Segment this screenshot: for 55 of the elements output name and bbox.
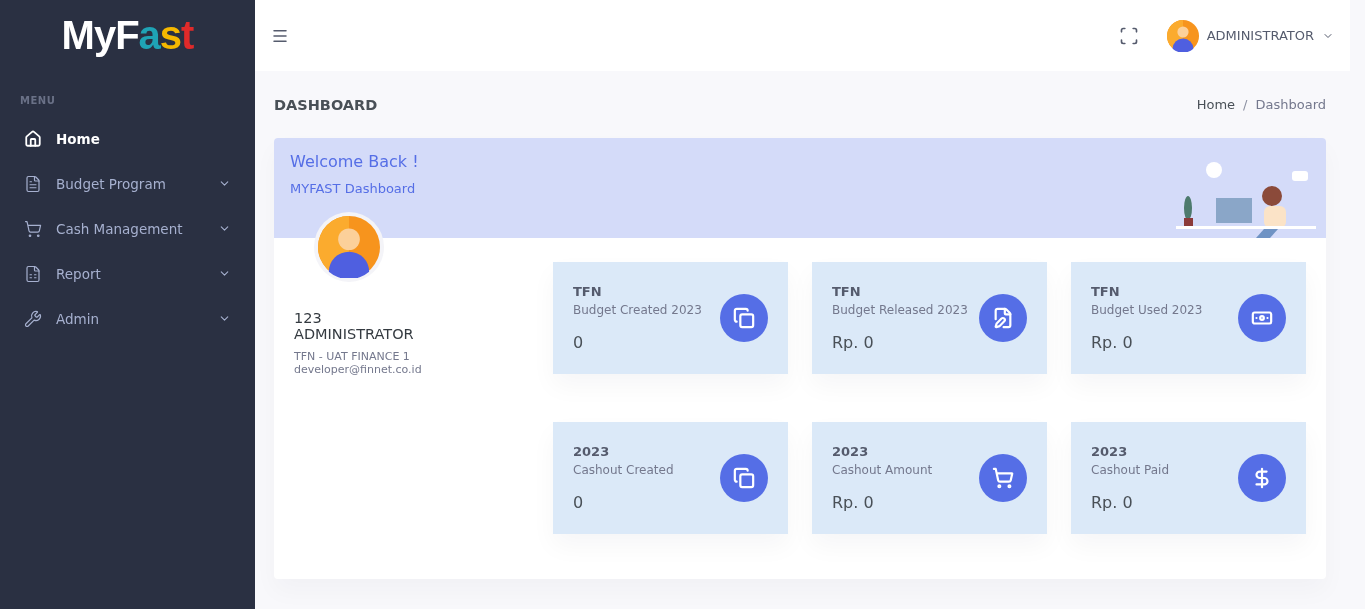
profile-id: 123: [294, 310, 323, 326]
user-menu-button[interactable]: ADMINISTRATOR: [1166, 19, 1334, 52]
breadcrumb-link[interactable]: Dashboard: [1255, 97, 1326, 112]
avatar-icon: [1166, 19, 1199, 52]
dollar-icon: [1238, 454, 1286, 502]
sidebar-label: Cash Management: [56, 220, 184, 237]
stat-label: Cashout Paid: [1091, 463, 1171, 477]
breadcrumb-link[interactable]: Home: [1196, 97, 1236, 112]
profile-name: ADMINISTRATOR: [294, 326, 415, 342]
welcome-title: Welcome Back !: [290, 152, 420, 171]
stat-value: 0: [573, 493, 585, 512]
stat-label: Cashout Created: [573, 463, 675, 477]
document-icon: [24, 174, 42, 193]
file-edit-icon: [979, 294, 1027, 342]
stat-value: Rp. 0: [1091, 333, 1134, 352]
stat-heading: 2023: [1091, 444, 1129, 459]
profile-company: TFN - UAT FINANCE 1: [294, 350, 411, 363]
stat-heading: 2023: [832, 444, 870, 459]
logo[interactable]: MyFast: [61, 13, 194, 58]
stat-label: Budget Used 2023: [1091, 303, 1204, 317]
profile-avatar-icon: [318, 216, 380, 278]
sidebar-item[interactable]: Budget Program: [0, 161, 255, 206]
sidebar-label: Budget Program: [56, 175, 167, 192]
welcome-subtitle: MYFAST Dashboard: [290, 181, 417, 196]
profile-email: developer@finnet.co.id: [294, 363, 423, 376]
menu-heading: MENU: [19, 94, 57, 108]
wrench-icon: [24, 309, 42, 328]
stat-value: Rp. 0: [832, 333, 875, 352]
stat-heading: TFN: [832, 284, 862, 299]
copy-icon: [720, 454, 768, 502]
stat-heading: 2023: [573, 444, 611, 459]
sidebar-item[interactable]: Admin: [0, 296, 255, 341]
stat-label: Budget Created 2023: [573, 303, 703, 317]
cart-icon: [24, 219, 42, 238]
sidebar-label: Admin: [56, 310, 101, 327]
cart-icon: [979, 454, 1027, 502]
fullscreen-button[interactable]: [1118, 25, 1139, 46]
banknote-icon: [1238, 294, 1286, 342]
report-icon: [24, 264, 42, 283]
home-icon: [24, 129, 42, 148]
stat-label: Budget Released 2023: [832, 303, 969, 317]
stat-value: Rp. 0: [832, 493, 875, 512]
page-title: DASHBOARD: [274, 96, 379, 113]
sidebar-item[interactable]: Report: [0, 251, 255, 296]
sidebar-item[interactable]: Cash Management: [0, 206, 255, 251]
stat-heading: TFN: [573, 284, 603, 299]
stat-heading: TFN: [1091, 284, 1121, 299]
sidebar-label: Report: [56, 265, 102, 282]
stat-value: Rp. 0: [1091, 493, 1134, 512]
stat-value: 0: [573, 333, 585, 352]
sidebar-item[interactable]: Home: [0, 116, 255, 161]
sidebar-label: Home: [56, 130, 101, 147]
stat-label: Cashout Amount: [832, 463, 934, 477]
copy-icon: [720, 294, 768, 342]
breadcrumb-separator: /: [1243, 97, 1248, 112]
